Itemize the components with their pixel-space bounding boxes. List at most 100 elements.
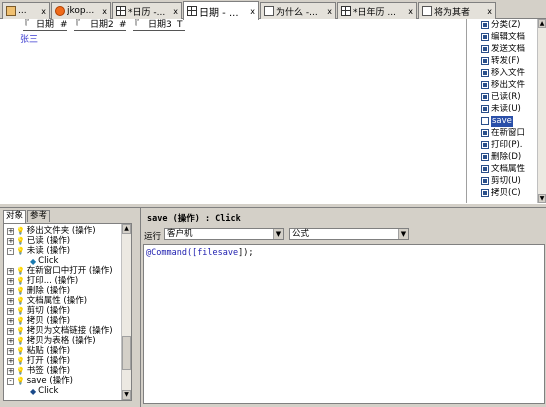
lightbulb-icon: 💡 — [16, 316, 25, 325]
action-list: 分类(Z) 编辑文档 发送文档 转发(F) 移入文件 移出文件 已读(R) 未读… — [481, 19, 537, 203]
action-icon — [481, 105, 489, 113]
chevron-down-icon[interactable]: ▼ — [398, 229, 408, 239]
action-item-new-window[interactable]: 在新窗口 — [481, 127, 537, 139]
action-item-send[interactable]: 发送文档 — [481, 43, 537, 55]
tree-item[interactable]: ◆ Click — [30, 386, 58, 396]
expand-icon[interactable]: + — [7, 307, 14, 315]
tab-jkop[interactable]: jkop... x — [51, 2, 111, 19]
tree-item[interactable]: + 💡 书签 (操作) — [7, 366, 70, 376]
code-editor[interactable]: @Command([filesave]); — [143, 244, 545, 404]
lightbulb-icon: 💡 — [16, 356, 25, 365]
tree-item[interactable]: + 💡 打开 (操作) — [7, 356, 70, 366]
action-icon — [481, 141, 489, 149]
action-item-edit[interactable]: 编辑文档 — [481, 31, 537, 43]
action-item-move-out[interactable]: 移出文件 — [481, 79, 537, 91]
action-item-print[interactable]: 打印(P). — [481, 139, 537, 151]
close-icon[interactable]: x — [41, 7, 46, 16]
action-label: save — [491, 115, 513, 127]
tree-item[interactable]: + 💡 拷贝为表格 (操作) — [7, 336, 96, 346]
expand-icon[interactable]: + — [7, 357, 14, 365]
expand-icon[interactable]: + — [7, 237, 14, 245]
run-target-select[interactable]: 客户机 ▼ — [164, 228, 284, 240]
action-icon — [481, 165, 489, 173]
close-icon[interactable]: x — [487, 7, 492, 16]
action-item-delete[interactable]: 删除(D) — [481, 151, 537, 163]
tree-item[interactable]: + 💡 粘贴 (操作) — [7, 346, 70, 356]
action-item-save[interactable]: save — [481, 115, 537, 127]
tree-item[interactable]: + 💡 剪切 (操作) — [7, 306, 70, 316]
page-icon — [422, 6, 432, 16]
tab-year-calendar[interactable]: *日年历 ... x — [337, 2, 417, 19]
close-icon[interactable]: x — [250, 7, 255, 16]
scroll-down-arrow-icon[interactable]: ▼ — [538, 194, 546, 203]
tree-item[interactable]: + 💡 已读 (操作) — [7, 236, 70, 246]
tab-other[interactable]: 将为其者 x — [418, 2, 496, 19]
tab-home[interactable]: ... x — [2, 2, 50, 19]
tree-item[interactable]: + 💡 删除 (操作) — [7, 286, 70, 296]
collapse-icon[interactable]: - — [7, 247, 14, 255]
action-label: 移出文件 — [491, 79, 526, 90]
field-date-2[interactable]: 日期2 — [90, 20, 114, 30]
tab-calendar[interactable]: *日历 -... x — [112, 2, 182, 19]
action-item-move-in[interactable]: 移入文件 — [481, 67, 537, 79]
tree-item[interactable]: ◆ Click — [30, 256, 58, 266]
tree-item[interactable]: + 💡 拷贝为文档链接 (操作) — [7, 326, 113, 336]
field-open-mark: 『 — [130, 20, 140, 30]
expand-icon[interactable]: + — [7, 287, 14, 295]
action-pane-scrollbar[interactable]: ▲ ▼ — [537, 19, 546, 203]
field-date-3[interactable]: 日期3 — [148, 20, 172, 30]
date-fields-row: 『 日期 # 『 日期2 # 『 日期3 T — [20, 20, 200, 32]
scroll-down-arrow-icon[interactable]: ▼ — [122, 390, 131, 400]
expand-icon[interactable]: + — [7, 347, 14, 355]
lightbulb-icon: 💡 — [16, 276, 25, 285]
document-design-pane[interactable]: 『 日期 # 『 日期2 # 『 日期3 T 张三 — [0, 19, 466, 203]
tree-item[interactable]: + 💡 文档属性 (操作) — [7, 296, 87, 306]
action-item-properties[interactable]: 文档属性 — [481, 163, 537, 175]
tree-item[interactable]: + 💡 移出文件夹 (操作) — [7, 226, 96, 236]
expand-icon[interactable]: + — [7, 297, 14, 305]
close-icon[interactable]: x — [408, 7, 413, 16]
close-icon[interactable]: x — [327, 7, 332, 16]
page-icon — [264, 6, 274, 16]
action-item-read[interactable]: 已读(R) — [481, 91, 537, 103]
scroll-thumb[interactable] — [122, 336, 131, 370]
tree-item[interactable]: + 💡 拷贝 (操作) — [7, 316, 70, 326]
action-item-forward[interactable]: 转发(F) — [481, 55, 537, 67]
collapse-icon[interactable]: - — [7, 377, 14, 385]
tree-item[interactable]: - 💡 save (操作) — [7, 376, 73, 386]
scroll-up-arrow-icon[interactable]: ▲ — [538, 19, 546, 28]
tree-item[interactable]: + 💡 在新窗口中打开 (操作) — [7, 266, 113, 276]
tab-objects[interactable]: 对象 — [3, 210, 27, 223]
expand-icon[interactable]: + — [7, 327, 14, 335]
object-tree-scrollbar[interactable]: ▲ ▼ — [121, 224, 131, 400]
expand-icon[interactable]: + — [7, 337, 14, 345]
tree-item[interactable]: - 💡 未读 (操作) — [7, 246, 70, 256]
tab-date[interactable]: 日期 - ... x — [183, 1, 259, 20]
action-item-cut[interactable]: 剪切(U) — [481, 175, 537, 187]
action-icon — [481, 117, 489, 125]
tab-label: ... — [18, 6, 27, 16]
close-icon[interactable]: x — [102, 7, 107, 16]
language-select[interactable]: 公式 ▼ — [289, 228, 409, 240]
expand-icon[interactable]: + — [7, 267, 14, 275]
expand-icon[interactable]: + — [7, 317, 14, 325]
action-item-copy[interactable]: 拷贝(C) — [481, 187, 537, 199]
tree-item-label: 文档属性 (操作) — [26, 296, 88, 306]
tab-why[interactable]: 为什么 -... x — [260, 2, 336, 19]
expand-icon[interactable]: + — [7, 227, 14, 235]
tree-item[interactable]: + 💡 打印... (操作) — [7, 276, 78, 286]
action-icon — [481, 153, 489, 161]
expand-icon[interactable]: + — [7, 367, 14, 375]
action-icon — [481, 81, 489, 89]
field-date-1[interactable]: 日期 — [36, 20, 54, 30]
scroll-up-arrow-icon[interactable]: ▲ — [122, 224, 131, 234]
close-icon[interactable]: x — [173, 7, 178, 16]
expand-icon[interactable]: + — [7, 277, 14, 285]
action-label: 发送文档 — [491, 43, 526, 54]
field-end-mark: T — [177, 20, 183, 30]
object-tree: ▲ ▼ + 💡 移出文件夹 (操作) + 💡 已读 (操作) - 💡 未读 (操作) ◆ Click… — [3, 223, 132, 401]
chevron-down-icon[interactable]: ▼ — [273, 229, 283, 239]
tab-reference[interactable]: 参考 — [27, 210, 51, 222]
action-item-unread[interactable]: 未读(U) — [481, 103, 537, 115]
action-item-categorize[interactable]: 分类(Z) — [481, 19, 537, 31]
